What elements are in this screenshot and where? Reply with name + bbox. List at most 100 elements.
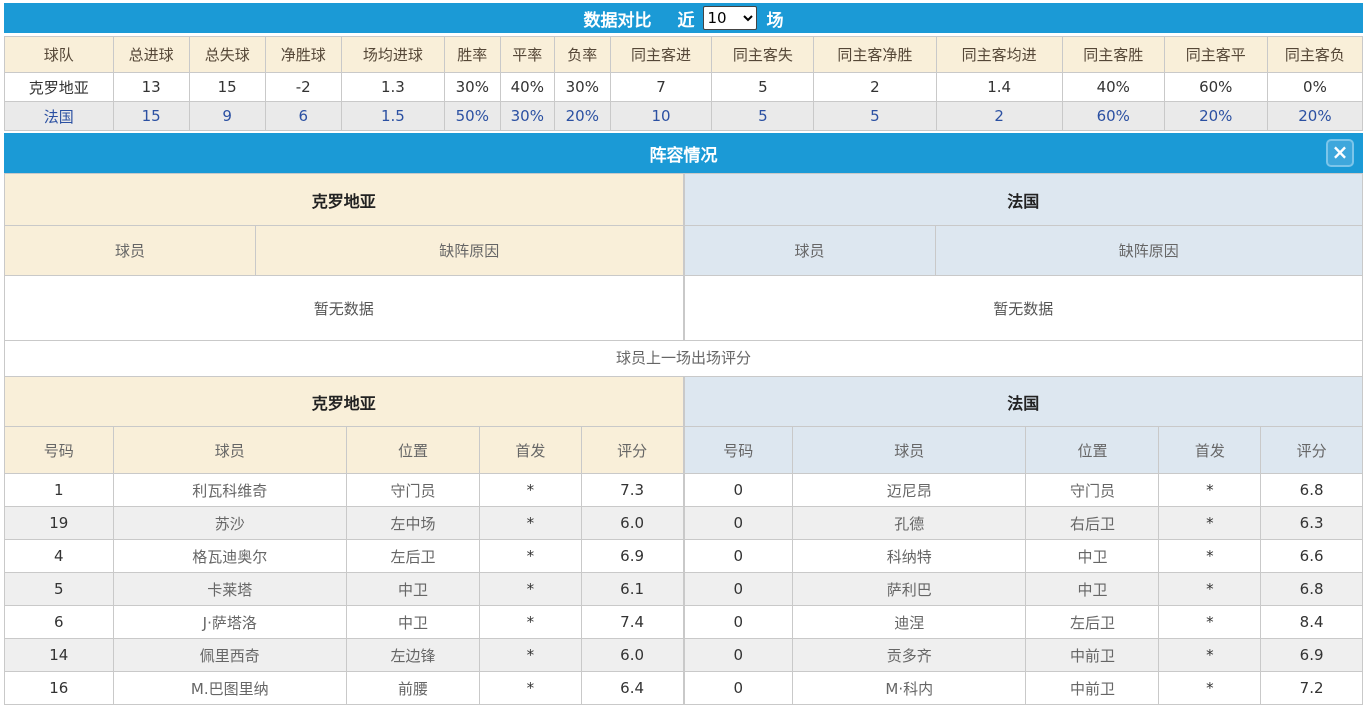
number-col-header: 号码 bbox=[684, 427, 793, 474]
data-comparison-title: 数据对比 bbox=[584, 6, 652, 31]
player-number: 4 bbox=[5, 540, 114, 573]
player-row: 5 卡莱塔 中卫 * 6.1 bbox=[5, 573, 684, 606]
team-header-row: 法国 bbox=[684, 174, 1363, 226]
player-position: 右后卫 bbox=[1026, 507, 1159, 540]
col-header-ha-goals: 同主客进 bbox=[610, 37, 712, 73]
lineup-croatia-half: 克罗地亚 球员 缺阵原因 暂无数据 bbox=[4, 173, 684, 341]
player-number: 6 bbox=[5, 606, 114, 639]
player-rating: 6.4 bbox=[581, 672, 683, 705]
player-number: 5 bbox=[5, 573, 114, 606]
player-rating: 8.4 bbox=[1261, 606, 1363, 639]
col-header-ha-conceded: 同主客失 bbox=[712, 37, 814, 73]
player-position: 中卫 bbox=[346, 606, 479, 639]
lineup-section-bar: 阵容情况 × bbox=[4, 133, 1363, 173]
player-number: 0 bbox=[684, 540, 793, 573]
no-data-text: 暂无数据 bbox=[684, 276, 1363, 341]
player-col-header: 球员 bbox=[793, 427, 1026, 474]
lineup-empty-row: 暂无数据 bbox=[5, 276, 684, 341]
stat-cell: 1.3 bbox=[341, 73, 444, 102]
ratings-panel: 克罗地亚 号码 球员 位置 首发 评分 1 利瓦科维奇 守门员 bbox=[4, 376, 1363, 705]
player-row: 14 佩里西奇 左边锋 * 6.0 bbox=[5, 639, 684, 672]
col-header-ha-diff: 同主客净胜 bbox=[814, 37, 936, 73]
lineup-france-table: 法国 球员 缺阵原因 暂无数据 bbox=[684, 173, 1364, 341]
player-rating: 6.0 bbox=[581, 507, 683, 540]
player-rating: 6.0 bbox=[581, 639, 683, 672]
player-name: 迪涅 bbox=[793, 606, 1026, 639]
player-position: 中前卫 bbox=[1026, 672, 1159, 705]
stat-cell: 15 bbox=[189, 73, 265, 102]
player-row: 0 贡多齐 中前卫 * 6.9 bbox=[684, 639, 1363, 672]
stat-cell: 5 bbox=[712, 102, 814, 131]
starter-col-header: 首发 bbox=[479, 427, 581, 474]
ratings-france-half: 法国 号码 球员 位置 首发 评分 0 迈尼昂 守门员 * bbox=[684, 376, 1364, 705]
starter-flag: * bbox=[1159, 672, 1261, 705]
player-rating: 7.3 bbox=[581, 474, 683, 507]
starter-flag: * bbox=[1159, 573, 1261, 606]
team-header-row: 克罗地亚 bbox=[5, 174, 684, 226]
col-header-ha-avg: 同主客均进 bbox=[936, 37, 1062, 73]
player-name: 格瓦迪奥尔 bbox=[113, 540, 346, 573]
player-position: 中前卫 bbox=[1026, 639, 1159, 672]
player-name: M.巴图里纳 bbox=[113, 672, 346, 705]
position-col-header: 位置 bbox=[1026, 427, 1159, 474]
player-position: 中卫 bbox=[1026, 540, 1159, 573]
absence-reason-col-header: 缺阵原因 bbox=[935, 226, 1362, 276]
col-header-avg-goals: 场均进球 bbox=[341, 37, 444, 73]
player-name: 苏沙 bbox=[113, 507, 346, 540]
stat-cell: 15 bbox=[113, 102, 189, 131]
matches-unit-label: 场 bbox=[767, 6, 784, 31]
close-icon[interactable]: × bbox=[1326, 139, 1354, 167]
ratings-france-table: 法国 号码 球员 位置 首发 评分 0 迈尼昂 守门员 * bbox=[684, 376, 1364, 705]
ratings-column-header-row: 号码 球员 位置 首发 评分 bbox=[5, 427, 684, 474]
player-name: 贡多齐 bbox=[793, 639, 1026, 672]
match-count-select[interactable]: 10 bbox=[703, 6, 757, 30]
page-container: 数据对比 近 10 场 球队 总进球 总失球 净胜球 场均进球 胜率 平率 负率… bbox=[0, 0, 1366, 705]
ratings-croatia-table: 克罗地亚 号码 球员 位置 首发 评分 1 利瓦科维奇 守门员 bbox=[4, 376, 684, 705]
player-number: 0 bbox=[684, 606, 793, 639]
team-header-croatia: 克罗地亚 bbox=[5, 174, 684, 226]
player-position: 守门员 bbox=[346, 474, 479, 507]
player-name: 孔德 bbox=[793, 507, 1026, 540]
stat-cell: 20% bbox=[1267, 102, 1362, 131]
stat-cell: 20% bbox=[1164, 102, 1267, 131]
col-header-total-conceded: 总失球 bbox=[189, 37, 265, 73]
player-row: 0 科纳特 中卫 * 6.6 bbox=[684, 540, 1363, 573]
starter-flag: * bbox=[1159, 507, 1261, 540]
col-header-team: 球队 bbox=[5, 37, 114, 73]
player-number: 0 bbox=[684, 639, 793, 672]
player-name: J·萨塔洛 bbox=[113, 606, 346, 639]
stat-cell: 9 bbox=[189, 102, 265, 131]
starter-flag: * bbox=[1159, 606, 1261, 639]
col-header-goal-diff: 净胜球 bbox=[265, 37, 341, 73]
player-row: 6 J·萨塔洛 中卫 * 7.4 bbox=[5, 606, 684, 639]
absence-reason-col-header: 缺阵原因 bbox=[256, 226, 683, 276]
player-rating: 6.3 bbox=[1261, 507, 1363, 540]
stat-cell: 0% bbox=[1267, 73, 1362, 102]
stat-cell: 40% bbox=[1062, 73, 1164, 102]
starter-flag: * bbox=[479, 507, 581, 540]
player-col-header: 球员 bbox=[113, 427, 346, 474]
player-position: 中卫 bbox=[346, 573, 479, 606]
position-col-header: 位置 bbox=[346, 427, 479, 474]
stat-cell: 10 bbox=[610, 102, 712, 131]
ratings-croatia-half: 克罗地亚 号码 球员 位置 首发 评分 1 利瓦科维奇 守门员 bbox=[4, 376, 684, 705]
starter-flag: * bbox=[1159, 639, 1261, 672]
player-number: 16 bbox=[5, 672, 114, 705]
player-name: 科纳特 bbox=[793, 540, 1026, 573]
starter-flag: * bbox=[479, 540, 581, 573]
player-row: 0 萨利巴 中卫 * 6.8 bbox=[684, 573, 1363, 606]
player-number: 1 bbox=[5, 474, 114, 507]
player-number: 19 bbox=[5, 507, 114, 540]
stat-cell: 1.4 bbox=[936, 73, 1062, 102]
stat-cell: 60% bbox=[1164, 73, 1267, 102]
lineup-panel: 克罗地亚 球员 缺阵原因 暂无数据 法国 球员 缺阵原因 bbox=[4, 173, 1363, 341]
starter-flag: * bbox=[479, 474, 581, 507]
stat-cell: 6 bbox=[265, 102, 341, 131]
comparison-header-row: 球队 总进球 总失球 净胜球 场均进球 胜率 平率 负率 同主客进 同主客失 同… bbox=[5, 37, 1363, 73]
player-name: 佩里西奇 bbox=[113, 639, 346, 672]
stat-cell: 30% bbox=[500, 102, 554, 131]
starter-flag: * bbox=[479, 639, 581, 672]
lineup-section-title: 阵容情况 bbox=[650, 141, 718, 166]
team-name-cell: 克罗地亚 bbox=[5, 73, 114, 102]
player-number: 0 bbox=[684, 507, 793, 540]
